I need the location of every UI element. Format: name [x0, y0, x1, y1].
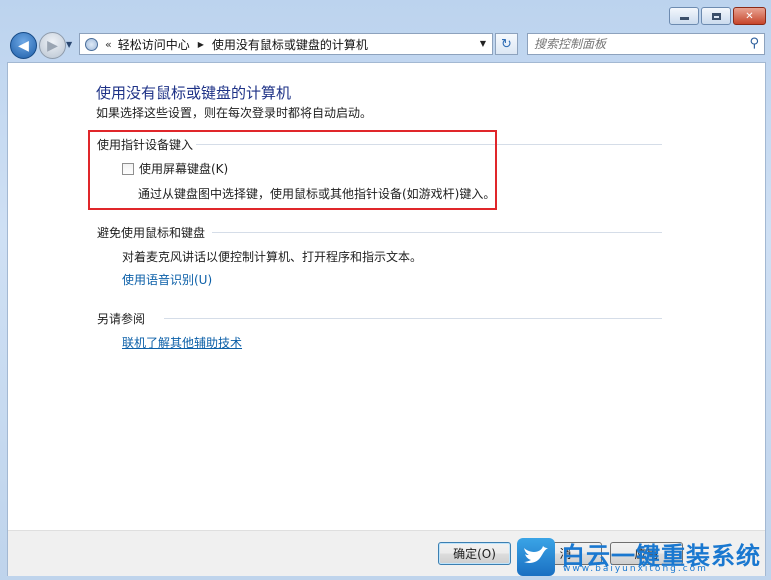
refresh-icon: ↻: [501, 36, 512, 52]
minimize-icon: [679, 17, 689, 20]
maximize-button[interactable]: [701, 7, 731, 25]
watermark: 白云一键重装系统 www.baiyunxitong.com: [517, 538, 767, 576]
back-button[interactable]: ◀: [10, 32, 37, 59]
search-box[interactable]: ⚲: [527, 33, 765, 55]
section-divider: [164, 318, 662, 319]
section-heading-see-also: 另请参阅: [97, 312, 146, 326]
section-divider: [212, 232, 662, 233]
refresh-button[interactable]: ↻: [495, 33, 518, 55]
breadcrumb-ease-of-access[interactable]: 轻松访问中心: [118, 36, 190, 53]
content-pane: 使用没有鼠标或键盘的计算机 如果选择这些设置，则在每次登录时都将自动启动。 使用…: [7, 62, 766, 576]
window-frame: ✕ ◀ ▶ ▼ « 轻松访问中心 ▶ 使用没有鼠标或键盘的计算机 ▼ ↻ ⚲ 使…: [0, 0, 771, 580]
address-bar[interactable]: « 轻松访问中心 ▶ 使用没有鼠标或键盘的计算机 ▼: [79, 33, 493, 55]
speech-description: 对着麦克风讲话以便控制计算机、打开程序和指示文本。: [122, 250, 423, 264]
watermark-url: www.baiyunxitong.com: [563, 564, 708, 574]
red-highlight-box: [88, 130, 497, 210]
forward-arrow-icon: ▶: [47, 37, 58, 54]
caption-buttons: ✕: [669, 7, 766, 25]
page-description: 如果选择这些设置，则在每次登录时都将自动启动。: [96, 106, 373, 120]
search-icon[interactable]: ⚲: [749, 36, 759, 51]
page-title: 使用没有鼠标或键盘的计算机: [96, 84, 292, 102]
speech-recognition-link[interactable]: 使用语音识别(U): [122, 271, 212, 288]
maximize-icon: [711, 12, 721, 20]
navigation-bar: ◀ ▶ ▼ « 轻松访问中心 ▶ 使用没有鼠标或键盘的计算机 ▼ ↻ ⚲: [8, 31, 765, 59]
forward-button[interactable]: ▶: [39, 32, 66, 59]
section-heading-avoid-mouse-keyboard: 避免使用鼠标和键盘: [97, 226, 206, 240]
breadcrumb-current[interactable]: 使用没有鼠标或键盘的计算机: [212, 36, 368, 53]
breadcrumb-arrow-icon[interactable]: ▶: [198, 40, 204, 49]
address-dropdown-icon[interactable]: ▼: [480, 39, 486, 48]
back-arrow-icon: ◀: [18, 37, 29, 54]
control-panel-icon: [85, 37, 98, 51]
close-icon: ✕: [745, 10, 754, 22]
close-button[interactable]: ✕: [733, 7, 766, 25]
breadcrumb-chevron-icon[interactable]: «: [105, 38, 112, 51]
assistive-tech-online-link[interactable]: 联机了解其他辅助技术: [122, 334, 242, 351]
search-input[interactable]: [534, 37, 734, 51]
bird-icon: [524, 546, 548, 563]
bird-logo-icon: [517, 538, 555, 576]
recent-pages-dropdown[interactable]: ▼: [66, 40, 72, 49]
minimize-button[interactable]: [669, 7, 699, 25]
ok-button[interactable]: 确定(O): [438, 542, 511, 565]
